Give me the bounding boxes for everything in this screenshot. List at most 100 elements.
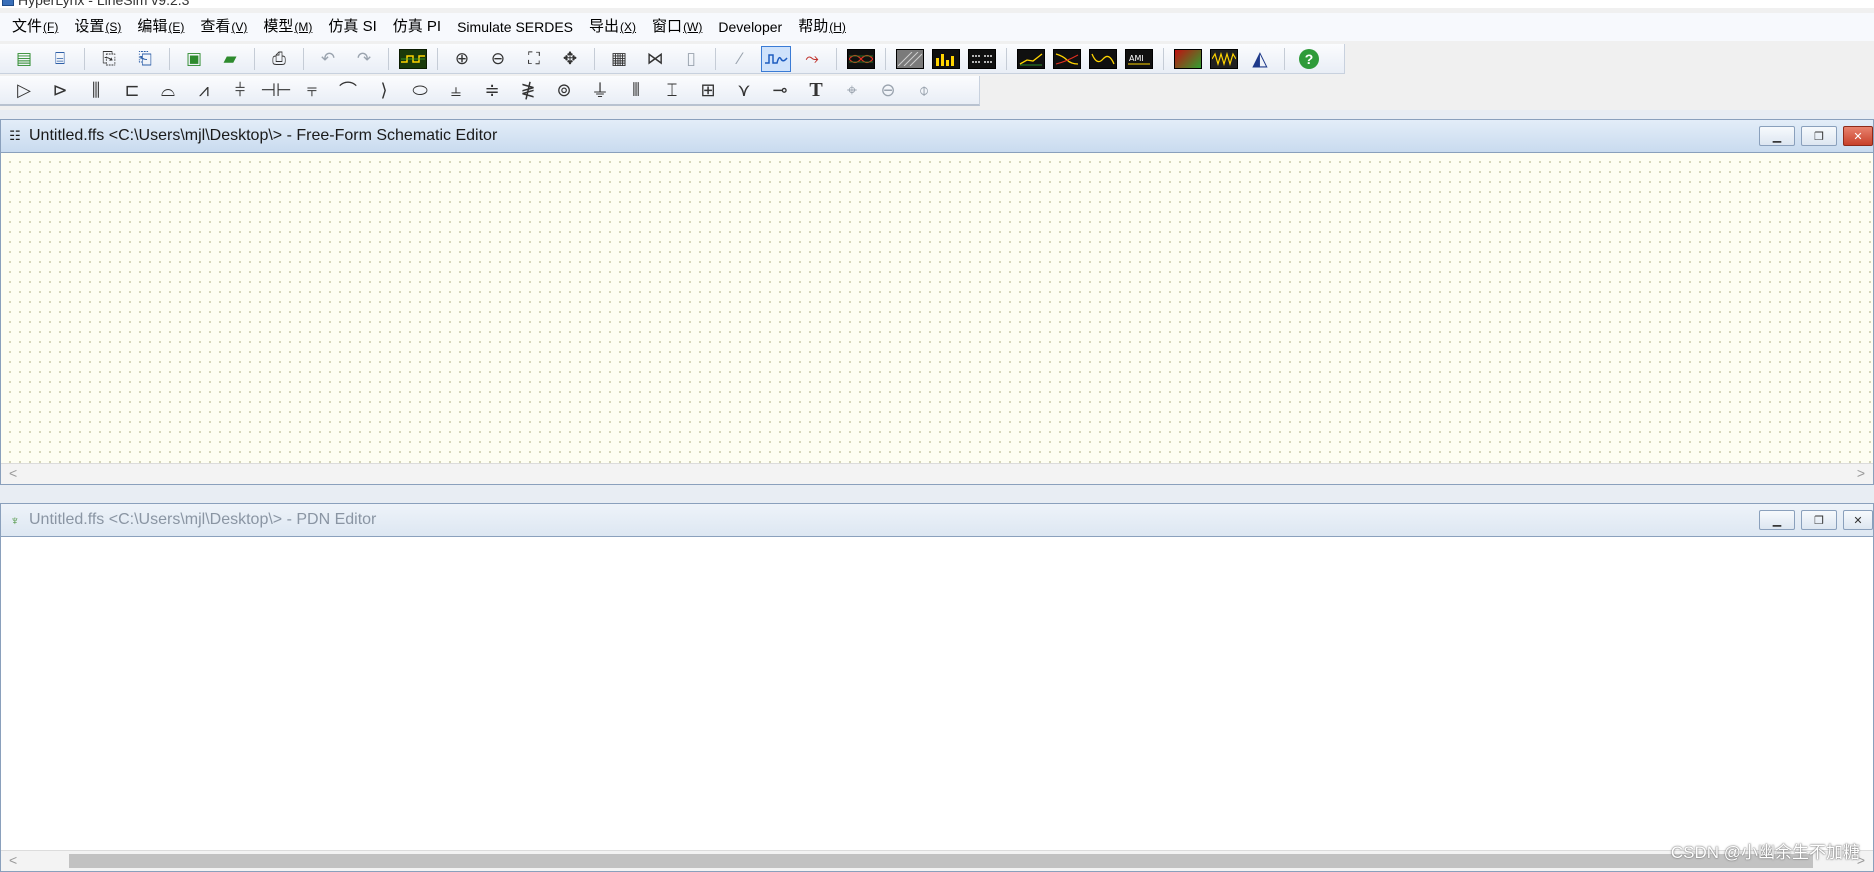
menu-developer[interactable]: Developer	[710, 13, 790, 41]
library-icon[interactable]: ▣	[179, 46, 209, 72]
zoom-out-icon[interactable]: ⊖	[483, 46, 513, 72]
scroll-left-arrow[interactable]: <	[9, 465, 17, 481]
restore-button[interactable]: ❐	[1801, 510, 1837, 530]
driver-icon[interactable]: ▷	[11, 77, 37, 103]
pdn-canvas[interactable]	[1, 537, 1873, 850]
fish-icon[interactable]: ◭	[1245, 46, 1275, 72]
menu-view-label: 查看	[200, 18, 231, 35]
menu-help-mnemonic: (H)	[829, 20, 846, 34]
export-icon[interactable]: ⎘	[94, 46, 124, 72]
sweep-icon[interactable]	[1016, 46, 1046, 72]
scroll-right-arrow[interactable]: >	[1857, 465, 1865, 481]
restore-button[interactable]: ❐	[1801, 126, 1837, 146]
via-icon[interactable]: ⌓	[155, 77, 181, 103]
menu-window-mnemonic: (W)	[683, 20, 703, 34]
coupled-line-icon[interactable]: ⊞	[695, 77, 721, 103]
schematic-horizontal-scrollbar[interactable]: < >	[1, 463, 1873, 484]
ami-icon[interactable]: AMI	[1124, 46, 1154, 72]
transmission-line-icon[interactable]: ⌶	[659, 77, 685, 103]
menu-setup[interactable]: 设置(S)	[66, 13, 129, 41]
pdn-editor-title: Untitled.ffs <C:\Users\mjl\Desktop\> - P…	[29, 511, 377, 528]
menu-window[interactable]: 窗口(W)	[644, 13, 710, 41]
ground-plane-icon[interactable]: ⫨	[443, 77, 469, 103]
scroll-left-arrow[interactable]: <	[9, 852, 17, 868]
toolbar-separator	[1284, 47, 1285, 70]
capacitor-icon[interactable]: ⊣⊢	[260, 77, 291, 103]
ibis-icon[interactable]: ⊳	[47, 77, 73, 103]
menu-export[interactable]: 导出(X)	[581, 13, 644, 41]
menu-simulate-pi[interactable]: 仿真 PI	[385, 13, 449, 41]
minimize-button[interactable]: ▁	[1759, 510, 1795, 530]
toolbar-separator	[437, 47, 438, 70]
schematic-icon: ☷	[9, 128, 21, 143]
resistor-icon[interactable]: ⩘	[191, 77, 217, 103]
spreadsheet-icon[interactable]: ▦	[604, 46, 634, 72]
bar-chart-icon[interactable]	[931, 46, 961, 72]
ground-icon[interactable]: ⏚	[587, 77, 613, 103]
redo-icon[interactable]: ↷	[349, 46, 379, 72]
scope-icon[interactable]	[398, 46, 428, 72]
eye-icon[interactable]	[846, 46, 876, 72]
help-icon-button[interactable]: ?	[1294, 46, 1324, 72]
menu-file-mnemonic: (F)	[43, 20, 59, 34]
menu-edit-label: 编辑	[137, 18, 168, 35]
capacitor-array-icon[interactable]: ⫩	[227, 77, 253, 103]
waveform-icon[interactable]	[761, 45, 791, 72]
splitter-icon[interactable]: ⋎	[731, 77, 757, 103]
mesh-icon[interactable]	[895, 46, 925, 72]
watermark-text: CSDN @小幽余生不加糖	[1670, 843, 1860, 862]
page-icon[interactable]: ▯	[676, 46, 706, 72]
close-button[interactable]: ✕	[1843, 126, 1873, 146]
s-param-icon[interactable]	[1088, 46, 1118, 72]
decap-icon[interactable]: ⫧	[299, 77, 325, 103]
probe-point-icon[interactable]: ⊚	[551, 77, 577, 103]
menu-help[interactable]: 帮助(H)	[790, 13, 854, 41]
menu-setup-mnemonic: (S)	[105, 20, 122, 34]
fft-icon[interactable]	[1052, 46, 1082, 72]
jitter-icon[interactable]	[1209, 46, 1239, 72]
pin-icon[interactable]: ⋈	[640, 46, 670, 72]
menu-edit[interactable]: 编辑(E)	[129, 13, 192, 41]
net-icon[interactable]: ⤳	[797, 46, 827, 72]
open-folder-icon[interactable]: ⎗	[130, 46, 160, 72]
crosshair-icon[interactable]: ⌖	[839, 77, 865, 103]
menu-simulate-serdes[interactable]: Simulate SERDES	[449, 13, 581, 41]
close-button[interactable]: ✕	[1843, 510, 1873, 530]
toolbar-separator	[715, 47, 716, 70]
menu-models-mnemonic: (M)	[294, 20, 313, 34]
menu-file[interactable]: 文件(F)	[4, 13, 66, 41]
print-icon[interactable]: ⎙	[264, 46, 294, 72]
connector-icon[interactable]: ⫼	[83, 77, 109, 103]
folder-icon[interactable]: ▰	[215, 46, 245, 72]
menu-simulate-si[interactable]: 仿真 SI	[320, 13, 384, 41]
pdn-horizontal-scrollbar[interactable]: < >	[1, 850, 1873, 871]
measure-icon[interactable]: ⌽	[911, 77, 937, 103]
pan-icon[interactable]: ✥	[555, 46, 585, 72]
menu-simulate-serdes-label: Simulate SERDES	[457, 19, 574, 35]
scroll-thumb[interactable]	[69, 854, 1813, 868]
pin-group-icon[interactable]: ⫴	[623, 77, 649, 103]
schematic-editor-titlebar[interactable]: ☷ Untitled.ffs <C:\Users\mjl\Desktop\> -…	[1, 120, 1873, 153]
minimize-button[interactable]: ▁	[1759, 126, 1795, 146]
probe-icon[interactable]: ⁄	[725, 46, 755, 72]
open-icon[interactable]: ⌸	[45, 46, 75, 72]
bend-icon[interactable]: ⟩	[371, 77, 397, 103]
text-icon[interactable]: T	[803, 77, 829, 103]
link-icon[interactable]: ⊖	[875, 77, 901, 103]
multi-plane-icon[interactable]: ≑	[479, 77, 505, 103]
fit-icon[interactable]: ⛶	[519, 46, 549, 72]
undo-icon[interactable]: ↶	[313, 46, 343, 72]
new-icon[interactable]: ▤	[9, 46, 39, 72]
inductor-icon[interactable]: ⌒	[335, 77, 361, 103]
package-icon[interactable]: ⊏	[119, 77, 145, 103]
zoom-in-icon[interactable]: ⊕	[447, 46, 477, 72]
menu-models[interactable]: 模型(M)	[255, 13, 320, 41]
pdn-editor-titlebar[interactable]: ♆ Untitled.ffs <C:\Users\mjl\Desktop\> -…	[1, 504, 1873, 537]
stackup-icon[interactable]: ≹	[515, 77, 541, 103]
bits-icon[interactable]	[967, 46, 997, 72]
terminator-icon[interactable]: ⊸	[767, 77, 793, 103]
ferrite-icon[interactable]: ⬭	[407, 77, 433, 103]
gradient-icon[interactable]	[1173, 46, 1203, 72]
schematic-canvas[interactable]	[1, 153, 1873, 463]
menu-view[interactable]: 查看(V)	[192, 13, 255, 41]
